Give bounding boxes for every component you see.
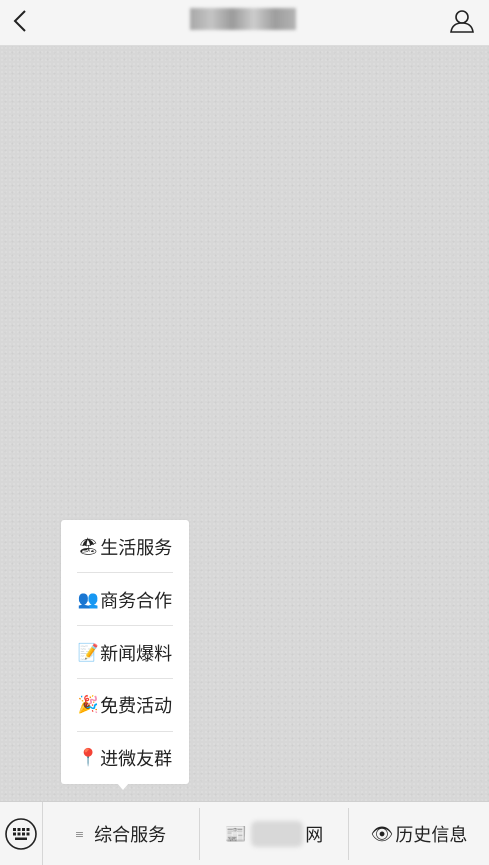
menu-item-business[interactable]: 👥 商务合作	[75, 574, 175, 626]
divider	[77, 625, 173, 626]
tab-website[interactable]: 📰 网	[200, 802, 348, 865]
wechat-official-account-page: 🏖 生活服务 👥 商务合作 📝 新闻爆料 🎉 免费活动 📍 进微友群 ≡ 综合服…	[0, 0, 489, 865]
menu-item-label: 商务合作	[100, 591, 173, 612]
tab-general-service[interactable]: ≡ 综合服务	[43, 802, 198, 865]
menu-item-join-group[interactable]: 📍 进微友群	[75, 732, 175, 784]
top-nav-bar	[0, 0, 489, 46]
keyboard-toggle-button[interactable]	[0, 802, 43, 865]
popup-pointer	[117, 783, 129, 790]
bottom-menu-bar: ≡ 综合服务 📰 网 👁 历史信息	[0, 801, 489, 865]
divider	[77, 572, 173, 573]
pin-icon: 📍	[77, 748, 100, 768]
menu-item-label: 进微友群	[100, 749, 173, 770]
tab-label: 历史信息	[395, 825, 468, 846]
menu-item-label: 免费活动	[100, 696, 173, 717]
site-name-redacted	[251, 821, 304, 847]
tab-history[interactable]: 👁 历史信息	[349, 802, 489, 865]
menu-item-label: 生活服务	[100, 538, 173, 559]
menu-item-news-tip[interactable]: 📝 新闻爆料	[75, 627, 175, 679]
tab-label: 网	[305, 825, 324, 846]
tab-label: 综合服务	[94, 825, 167, 846]
submenu-popup: 🏖 生活服务 👥 商务合作 📝 新闻爆料 🎉 免费活动 📍 进微友群	[61, 520, 189, 784]
account-title-redacted	[190, 8, 296, 30]
chevron-left-icon	[13, 10, 26, 32]
back-button[interactable]	[6, 6, 36, 36]
profile-button[interactable]	[447, 6, 477, 36]
submenu-indicator-icon: ≡	[74, 827, 85, 841]
people-icon: 👥	[77, 590, 100, 610]
menu-item-free-events[interactable]: 🎉 免费活动	[75, 679, 175, 731]
memo-icon: 📝	[77, 643, 100, 663]
beach-umbrella-icon: 🏖	[77, 537, 100, 557]
newspaper-icon: 📰	[224, 823, 248, 845]
party-popper-icon: 🎉	[77, 695, 100, 715]
person-icon	[450, 10, 474, 33]
menu-item-life-service[interactable]: 🏖 生活服务	[75, 521, 175, 573]
eye-icon: 👁	[370, 823, 394, 845]
menu-item-label: 新闻爆料	[100, 644, 173, 665]
keyboard-icon	[5, 818, 37, 850]
